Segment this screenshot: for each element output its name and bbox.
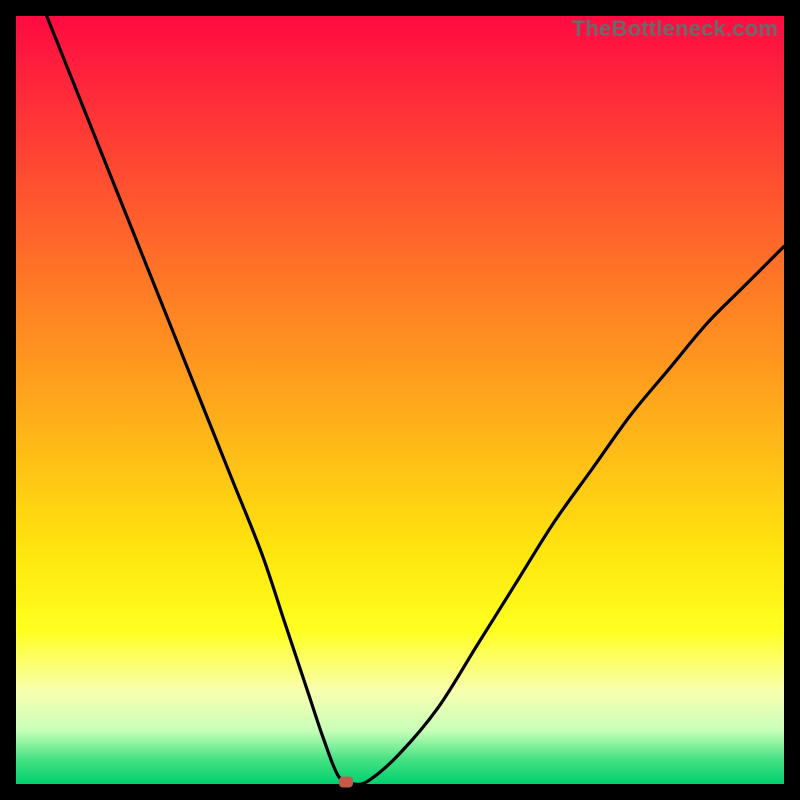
plot-area: TheBottleneck.com: [16, 16, 784, 784]
chart-frame: TheBottleneck.com: [0, 0, 800, 800]
minimum-marker: [339, 776, 353, 787]
bottleneck-curve: [16, 16, 784, 784]
